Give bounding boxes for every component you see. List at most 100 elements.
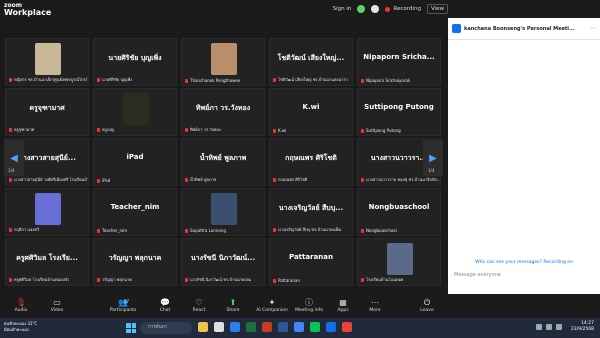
participant-tile[interactable]: Nongbuaschool Nongbuaschool [357, 188, 441, 236]
participant-tile[interactable]: Nipaporn Sricha... Nipaporn Srichaiyorak [357, 38, 441, 86]
participant-name-label: Nipaporn Srichaiyorak [361, 78, 410, 83]
react-button[interactable]: ♡ React [182, 298, 216, 313]
participant-display-name: Nongbuaschool [368, 203, 430, 211]
taskbar-apps [198, 322, 352, 332]
participant-tile[interactable]: นายศิริชัย บุญเพิ่ง นายศิริชัย บุญเพิ่ง [93, 38, 177, 86]
participant-name: หญิงกร ชร.บ้านนาเจ็ก(ศูนย์เพชรบูรณ์ไกร) [14, 77, 88, 82]
muted-mic-icon [185, 78, 188, 83]
muted-mic-icon [273, 128, 276, 133]
muted-mic-icon [97, 178, 100, 183]
participant-name: Pattaranan [278, 278, 300, 283]
logo-line2: Workplace [4, 8, 52, 17]
participant-tile[interactable]: กฤติกา แจงทวี [5, 188, 89, 236]
word-icon[interactable] [278, 322, 288, 332]
participant-display-name: ทิพย์ภา วร.วังทอง [195, 104, 251, 112]
participant-name-label: นางรัชนี นิภาวัฒน์ ชร.บ้านนาดงจม [185, 276, 251, 283]
chat-message-input[interactable]: Message everyone [454, 272, 501, 278]
participant-tile[interactable]: วรัญญา พลุกนาค วรัญญา พลุกนาค [93, 238, 177, 286]
participant-name-label: กฤษณพร ศิริโชติ [273, 176, 307, 183]
participant-display-name: วรัญญา พลุกนาค [108, 254, 162, 262]
chat-more-icon[interactable]: ⋯ [590, 25, 596, 32]
security-shield-icon[interactable] [357, 5, 366, 13]
line-icon[interactable] [310, 322, 320, 332]
participant-name-label: นางเจริญวัลย์ สืบบุ ชร.บ้านนาดงเค็ม [273, 226, 341, 233]
participant-tile[interactable]: Supattra Lunnong [181, 188, 265, 236]
participant-tile[interactable]: Suttipong Putong Suttipong Putong [357, 88, 441, 136]
participant-display-name: Suttipong Putong [364, 103, 434, 111]
participant-tile[interactable]: หญิงกร ชร.บ้านนาเจ็ก(ศูนย์เพชรบูรณ์ไกร) [5, 38, 89, 86]
more-button[interactable]: ⋯ More [358, 298, 392, 313]
task-view-icon[interactable] [214, 322, 224, 332]
store-icon[interactable] [342, 322, 352, 332]
info-icon[interactable] [371, 5, 380, 13]
ai-companion-button[interactable]: ✦ AI Companion [252, 298, 292, 313]
windows-start-icon[interactable] [126, 323, 136, 333]
participant-name: Suttipong Putong [366, 128, 401, 133]
participant-tile[interactable]: ครูศศิวิมล โรงเรีย... ครูศศิวิมล โรงเรียน… [5, 238, 89, 286]
info-circle-icon: ⓘ [305, 298, 313, 307]
participant-display-name: นายศิริชัย บุญเพิ่ง [108, 54, 162, 62]
participant-tile[interactable]: ครูเบญ [93, 88, 177, 136]
chat-panel: kanchana Boonseng's Personal Meeti... ⋯ … [448, 18, 600, 311]
speaker-icon[interactable] [546, 324, 552, 330]
muted-mic-icon [9, 177, 12, 182]
participant-name: iPad [102, 178, 111, 183]
who-can-see-notice[interactable]: Who can see your messages? Recording on [448, 260, 600, 265]
muted-mic-icon [361, 78, 364, 83]
participant-tile[interactable]: น้ำทิพย์ พูลภาพ น้ำทิพย์ พูลภาพ [181, 138, 265, 186]
signin-button[interactable]: Sign in [333, 6, 352, 12]
apps-button[interactable]: ▦ Apps [326, 298, 360, 313]
participant-tile[interactable]: กฤษณพร ศิริโชติ กฤษณพร ศิริโชติ [269, 138, 353, 186]
taskbar-search[interactable]: การค้นหา [140, 322, 192, 334]
participant-tile[interactable]: ครูจุฑามาศ ครูจุฑามาศ [5, 88, 89, 136]
taskbar-clock[interactable]: 14:27 23/9/2568 [571, 321, 594, 333]
participant-tile[interactable]: นางเจริญวัลย์ สืบบุ... นางเจริญวัลย์ สืบบ… [269, 188, 353, 236]
participant-name: โชติวัฒน์ เสียงใหญ่ ชร.บ้านนาแดงนารา [278, 77, 348, 82]
participant-name-label: Thanchanok Pongthawee [185, 78, 240, 83]
participants-button[interactable]: 👥 57 Participants [106, 298, 140, 313]
leave-button[interactable]: ⏻ Leave [410, 298, 444, 313]
muted-mic-icon [273, 227, 276, 232]
video-label: Video [50, 308, 64, 313]
muted-mic-icon [9, 277, 12, 282]
chat-button[interactable]: 💬 Chat [148, 298, 182, 313]
edge-icon[interactable] [230, 322, 240, 332]
participant-display-name: K.wi [302, 103, 320, 111]
chrome-icon[interactable] [294, 322, 304, 332]
recording-indicator[interactable]: Recording [385, 6, 421, 12]
wifi-icon[interactable] [536, 324, 542, 330]
participant-avatar [387, 243, 413, 275]
weather-widget[interactable]: ฝนฟ้าคะนอง 31°C มีฝนฟ้าคะนอง [4, 321, 37, 333]
file-explorer-icon[interactable] [198, 322, 208, 332]
leave-icon: ⏻ [423, 298, 431, 307]
participant-name-label: ครูจุฑามาศ [9, 126, 34, 133]
participant-tile[interactable]: โรงเรียนบ้านโนนหอย [357, 238, 441, 286]
battery-icon[interactable] [556, 324, 562, 330]
meeting-info-button[interactable]: ⓘ Meeting info [292, 298, 326, 313]
muted-mic-icon [9, 77, 12, 82]
participant-tile[interactable]: K.wi K.wi [269, 88, 353, 136]
share-button[interactable]: ⬆ Share [216, 298, 250, 313]
participant-name: K.wi [278, 128, 287, 133]
participant-tile[interactable]: ทิพย์ภา วร.วังทอง ทิพย์ภา วร.วังทอง [181, 88, 265, 136]
participant-name: ทิพย์ภา วร.วังทอง [190, 127, 221, 132]
participant-tile[interactable]: โชติวัฒน์ เสียงใหญ่... โชติวัฒน์ เสียงใหญ… [269, 38, 353, 86]
leave-label: Leave [420, 308, 434, 313]
excel-icon[interactable] [246, 322, 256, 332]
participant-display-name: Teacher_nim [110, 203, 160, 211]
participant-name: กฤติกา แจงทวี [14, 227, 40, 232]
view-button[interactable]: View [426, 4, 448, 14]
participant-display-name: นางรัชนี นิภาวัฒน์... [190, 254, 256, 262]
participant-tile[interactable]: iPad iPad [93, 138, 177, 186]
more-label: More [369, 308, 381, 313]
audio-button[interactable]: 🎙 Audio [4, 298, 38, 313]
participant-tile[interactable]: Thanchanok Pongthawee [181, 38, 265, 86]
participant-name-label: โรงเรียนบ้านโนนหอย [361, 276, 403, 283]
participant-tile[interactable]: Teacher_nim Teacher_nim [93, 188, 177, 236]
participant-display-name: ครูจุฑามาศ [29, 104, 65, 112]
powerpoint-icon[interactable] [262, 322, 272, 332]
participant-tile[interactable]: นางรัชนี นิภาวัฒน์... นางรัชนี นิภาวัฒน์ … [181, 238, 265, 286]
zoom-taskbar-icon[interactable] [326, 322, 336, 332]
participant-tile[interactable]: Pattaranan Pattaranan [269, 238, 353, 286]
video-button[interactable]: ▭ Video [40, 298, 74, 313]
